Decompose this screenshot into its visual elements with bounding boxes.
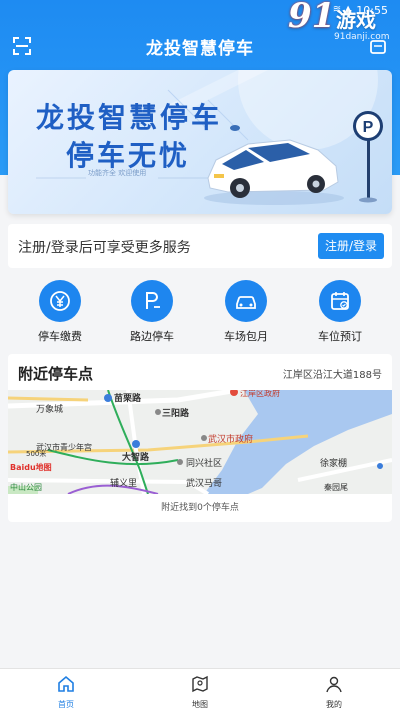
calendar-check-icon [319, 280, 361, 322]
map-label: 武汉市政府 [208, 433, 253, 445]
map-label: 武汉马哥 [186, 477, 222, 489]
map-label: 辅义里 [110, 477, 137, 489]
current-address: 江岸区沿江大道188号 [282, 370, 382, 381]
roadside-parking-icon [131, 280, 173, 322]
map-label: 徐家棚 [320, 457, 347, 469]
nearby-result: 附近找到0个停车点 [161, 503, 239, 513]
home-icon [58, 675, 74, 692]
service-label: 车场包月 [224, 330, 268, 343]
tab-label: 地图 [192, 700, 208, 709]
map-label: 江岸区政府 [240, 390, 280, 398]
tab-home[interactable]: 首页 [36, 675, 96, 710]
banner-title: 龙投智慧停车 [36, 101, 223, 134]
map-preview[interactable]: 万象城 苗栗路 三阳路 江岸区政府 武汉市政府 武汉市青少年宫 大智路 同兴社区… [8, 387, 392, 496]
parking-sign-illustration: P [353, 111, 383, 203]
watermark-name: 游戏 [336, 8, 376, 32]
nearby-title: 附近停车点 [18, 365, 94, 383]
car-icon [225, 280, 267, 322]
map-label: 中山公园 [10, 482, 42, 492]
map-label: 秦园尾 [324, 482, 348, 492]
login-prompt: 注册/登录后可享受更多服务 [18, 240, 191, 256]
promo-banner[interactable]: 龙投智慧停车 停车无忧 功能齐全 欢迎使用 P [8, 70, 392, 214]
car-illustration [204, 139, 344, 205]
bottom-tab-bar: 首页 地图 我的 [0, 668, 400, 710]
yuan-coin-icon [39, 280, 81, 322]
map-canvas: 万象城 苗栗路 三阳路 江岸区政府 武汉市政府 武汉市青少年宫 大智路 同兴社区… [8, 387, 392, 496]
banner-tagline: 功能齐全 欢迎使用 [88, 169, 147, 177]
watermark-url: 91danji.com [334, 32, 390, 42]
service-grid: 停车缴费 路边停车 车场包月 车位预订 [8, 274, 392, 346]
register-login-button[interactable]: 注册/登录 [318, 233, 384, 259]
map-label: 三阳路 [162, 407, 190, 419]
service-roadside-parking[interactable]: 路边停车 [114, 280, 190, 346]
map-label: 同兴社区 [186, 457, 222, 469]
login-card: 注册/登录后可享受更多服务 注册/登录 [8, 224, 392, 268]
service-label: 车位预订 [318, 330, 362, 343]
nearby-parking-card: 附近停车点 江岸区沿江大道188号 万象城 苗栗路 三阳路 江岸区政府 武汉市政… [8, 354, 392, 522]
map-label: 万象城 [36, 403, 63, 415]
tab-label: 我的 [326, 700, 342, 709]
service-parking-payment[interactable]: 停车缴费 [22, 280, 98, 346]
service-label: 停车缴费 [38, 330, 82, 343]
service-space-booking[interactable]: 车位预订 [302, 280, 378, 346]
tab-label: 首页 [58, 700, 74, 709]
service-label: 路边停车 [130, 330, 174, 343]
user-icon [326, 676, 342, 693]
tab-profile[interactable]: 我的 [304, 675, 364, 710]
parking-sign-letter: P [363, 119, 374, 136]
watermark-logo: 91 [288, 0, 336, 36]
map-scale-label: 500米 [26, 449, 46, 458]
map-icon [192, 675, 208, 693]
watermark: 91 游戏 91danji.com [282, 0, 392, 52]
map-label: 苗栗路 [114, 392, 142, 404]
map-brand: Baidu地图 [10, 462, 52, 472]
map-label: 大智路 [122, 451, 150, 463]
tab-map[interactable]: 地图 [170, 675, 230, 710]
service-monthly-lot[interactable]: 车场包月 [208, 280, 284, 346]
